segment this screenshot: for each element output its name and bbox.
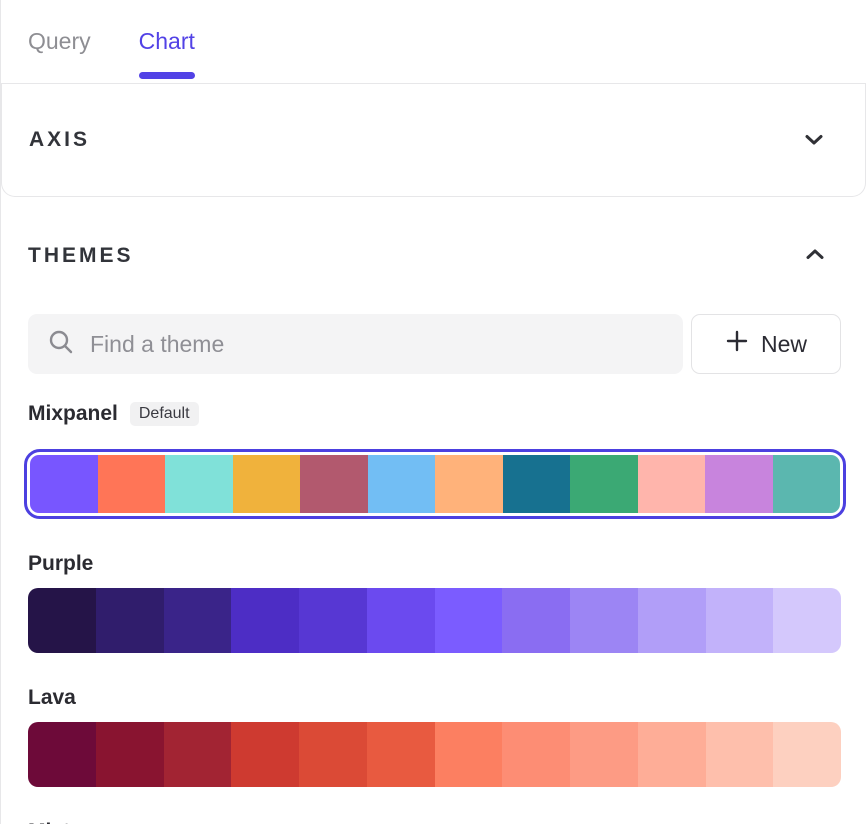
theme-name-row-mixpanel: Mixpanel Default	[28, 401, 866, 427]
color-swatch	[435, 588, 503, 653]
color-swatch	[570, 722, 638, 787]
color-swatch	[570, 455, 638, 513]
color-swatch	[773, 588, 841, 653]
color-swatch	[368, 455, 436, 513]
color-swatch	[773, 722, 841, 787]
color-swatch	[96, 722, 164, 787]
plus-icon	[725, 329, 749, 359]
color-swatch	[299, 588, 367, 653]
themes-section-label: THEMES	[28, 244, 134, 268]
themes-collapse-button[interactable]	[798, 239, 832, 273]
color-swatch	[231, 588, 299, 653]
color-swatch	[367, 588, 435, 653]
section-themes: THEMES	[1, 197, 866, 824]
color-swatch	[164, 588, 232, 653]
color-swatch	[233, 455, 301, 513]
section-axis[interactable]: AXIS	[1, 84, 866, 197]
theme-name: Lava	[28, 686, 76, 710]
theme-name: Purple	[28, 552, 93, 576]
color-swatch	[28, 722, 96, 787]
chart-settings-panel: Query Chart AXIS THEMES	[0, 0, 866, 824]
color-swatch	[30, 455, 98, 513]
theme-list: Mixpanel Default Purple Lava Mist	[1, 401, 866, 824]
theme-swatch-bar	[30, 455, 840, 513]
themes-header[interactable]: THEMES	[1, 243, 866, 269]
new-theme-button[interactable]: New	[691, 314, 841, 374]
theme-swatches-purple[interactable]	[28, 588, 841, 653]
color-swatch	[502, 722, 570, 787]
axis-section-label: AXIS	[29, 128, 90, 152]
tab-chart[interactable]: Chart	[139, 0, 195, 83]
theme-name-row-lava: Lava	[28, 685, 866, 711]
color-swatch	[299, 722, 367, 787]
theme-toolbar: New	[28, 314, 841, 374]
color-swatch	[706, 588, 774, 653]
theme-name: Mist	[28, 820, 70, 824]
theme-swatches-lava[interactable]	[28, 722, 841, 787]
color-swatch	[503, 455, 571, 513]
chevron-down-icon	[802, 127, 826, 154]
color-swatch	[231, 722, 299, 787]
color-swatch	[638, 588, 706, 653]
tab-query-label: Query	[28, 28, 91, 55]
color-swatch	[164, 722, 232, 787]
color-swatch	[570, 588, 638, 653]
axis-expand-button[interactable]	[797, 123, 831, 157]
color-swatch	[165, 455, 233, 513]
theme-swatches-mixpanel-selected[interactable]	[24, 449, 846, 519]
color-swatch	[98, 455, 166, 513]
new-theme-label: New	[761, 331, 807, 358]
default-badge: Default	[130, 402, 199, 426]
tab-query[interactable]: Query	[28, 0, 91, 83]
tab-bar: Query Chart	[1, 0, 866, 84]
color-swatch	[773, 455, 841, 513]
color-swatch	[435, 722, 503, 787]
color-swatch	[367, 722, 435, 787]
color-swatch	[435, 455, 503, 513]
theme-search-box[interactable]	[28, 314, 683, 374]
active-tab-underline	[139, 72, 195, 79]
theme-search-input[interactable]	[90, 331, 683, 358]
search-icon	[47, 328, 75, 361]
color-swatch	[502, 588, 570, 653]
color-swatch	[705, 455, 773, 513]
color-swatch	[28, 588, 96, 653]
chevron-up-icon	[803, 243, 827, 270]
tab-chart-label: Chart	[139, 28, 195, 55]
color-swatch	[638, 455, 706, 513]
theme-name-row-purple: Purple	[28, 551, 866, 577]
color-swatch	[300, 455, 368, 513]
color-swatch	[96, 588, 164, 653]
color-swatch	[706, 722, 774, 787]
theme-name-row-mist: Mist	[28, 819, 866, 824]
theme-name: Mixpanel	[28, 402, 118, 426]
color-swatch	[638, 722, 706, 787]
